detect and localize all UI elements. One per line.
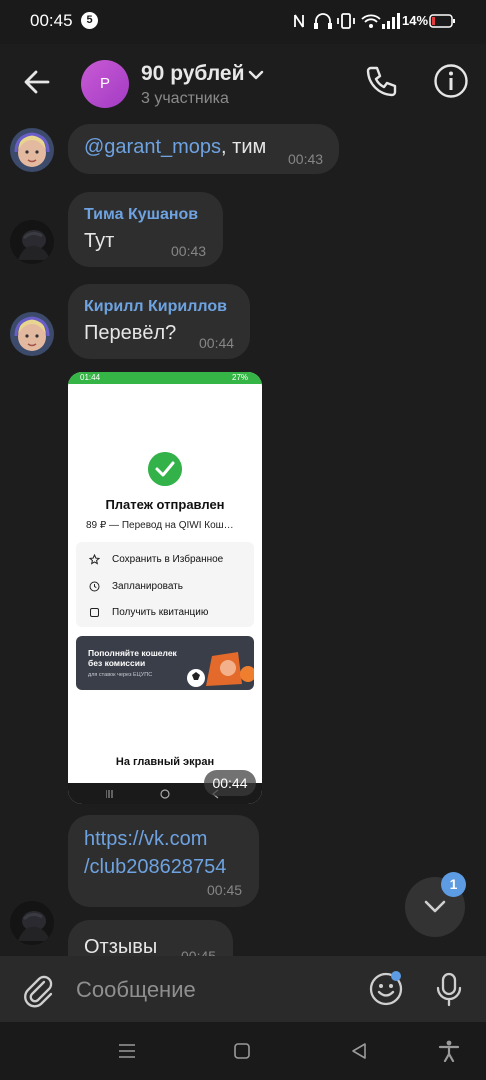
paperclip-icon[interactable] <box>20 972 56 1008</box>
battery-percent: 14% <box>402 13 429 28</box>
message-bubble[interactable]: @garant_mops, тим 00:43 <box>68 124 339 174</box>
chat-header: Р 90 рублей 3 участника <box>0 44 486 118</box>
avatar-kirill[interactable] <box>10 128 54 172</box>
message-time: 00:43 <box>288 151 324 167</box>
clock-icon <box>89 581 100 592</box>
action-schedule: Запланировать <box>112 581 183 592</box>
headphones-icon <box>315 13 331 25</box>
system-navigation-bar <box>0 1022 486 1080</box>
message-link[interactable]: https://vk.com <box>84 828 207 851</box>
sender-name[interactable]: Кирилл Кириллов <box>84 298 227 316</box>
home-button: На главный экран <box>115 756 215 768</box>
message-bubble[interactable]: Тима Кушанов Тут 00:43 <box>68 192 223 267</box>
payment-subtitle: 89 ₽ — Перевод на QIWI Кош… <box>86 520 234 531</box>
avatar-kirill[interactable] <box>10 312 54 356</box>
message-composer: Сообщение <box>0 956 486 1022</box>
message-bubble[interactable]: Кирилл Кириллов Перевёл? 00:44 <box>68 284 250 359</box>
chat-avatar[interactable]: Р <box>81 60 129 108</box>
message-time: 00:45 <box>207 882 243 898</box>
receipt-icon <box>90 608 99 617</box>
microphone-icon[interactable] <box>430 970 468 1008</box>
emoji-notification-dot <box>391 971 401 981</box>
phone-call-icon[interactable] <box>362 62 400 100</box>
message-time: 00:44 <box>199 335 235 351</box>
chat-title[interactable]: 90 рублей <box>141 62 245 86</box>
back-icon[interactable] <box>350 1042 368 1060</box>
wifi-icon <box>361 14 381 23</box>
notification-count-badge: 5 <box>81 12 98 29</box>
status-bar: 00:45 5 14% <box>0 0 486 44</box>
accessibility-icon[interactable] <box>438 1040 460 1062</box>
message-text: , тим <box>221 136 267 158</box>
status-icons <box>294 13 455 29</box>
photo-status-bar: 01:44 27% <box>68 372 262 384</box>
info-icon[interactable] <box>432 62 470 100</box>
message-time: 00:44 <box>204 770 256 796</box>
message-time: 00:45 <box>181 948 217 956</box>
star-icon <box>89 554 100 565</box>
check-icon <box>148 452 182 486</box>
chevron-down-icon <box>424 900 446 913</box>
promo-banner: Пополняйте кошелек без комиссии для став… <box>76 636 254 690</box>
banner-title: Пополняйте кошелек без комиссии <box>88 648 177 668</box>
mention-link[interactable]: @garant_mops <box>84 136 221 158</box>
chevron-down-icon[interactable] <box>248 68 264 82</box>
message-text: Перевёл? <box>84 322 177 344</box>
payment-title: Платеж отправлен <box>105 497 225 512</box>
signal-icon <box>382 13 400 29</box>
home-icon[interactable] <box>233 1042 251 1060</box>
message-link[interactable]: /club208628754 <box>84 856 226 879</box>
message-list[interactable]: @garant_mops, тим 00:43 Тима Кушанов Тут… <box>0 118 486 956</box>
chat-members-count: 3 участника <box>141 90 229 107</box>
avatar-tima[interactable] <box>10 220 54 264</box>
payment-actions-card: Сохранить в Избранное Запланировать Полу… <box>76 542 254 627</box>
photo-message[interactable]: 01:44 27% Платеж отправлен 89 ₽ — Перево… <box>68 372 262 804</box>
avatar-tima[interactable] <box>10 901 54 945</box>
back-arrow-icon[interactable] <box>18 62 58 102</box>
message-text: Тут <box>84 230 115 252</box>
sender-name[interactable]: Тима Кушанов <box>84 206 198 224</box>
action-receipt: Получить квитанцию <box>112 607 209 618</box>
message-time: 00:43 <box>171 243 207 259</box>
nfc-icon <box>294 14 304 28</box>
message-bubble[interactable]: https://vk.com /club208628754 00:45 <box>68 815 259 907</box>
message-bubble[interactable]: Отзывы 00:45 <box>68 920 233 956</box>
unread-count-badge: 1 <box>441 872 466 897</box>
recents-icon[interactable] <box>118 1042 136 1060</box>
action-save: Сохранить в Избранное <box>112 554 224 565</box>
soccer-ball-illustration <box>187 652 254 687</box>
message-input[interactable]: Сообщение <box>76 974 346 1006</box>
status-time: 00:45 <box>30 11 73 30</box>
banner-subtitle: для ставок через ЕЦУПС <box>88 672 153 678</box>
battery-icon <box>429 14 455 28</box>
vibrate-icon <box>341 13 351 29</box>
message-text: Отзывы <box>84 936 158 956</box>
